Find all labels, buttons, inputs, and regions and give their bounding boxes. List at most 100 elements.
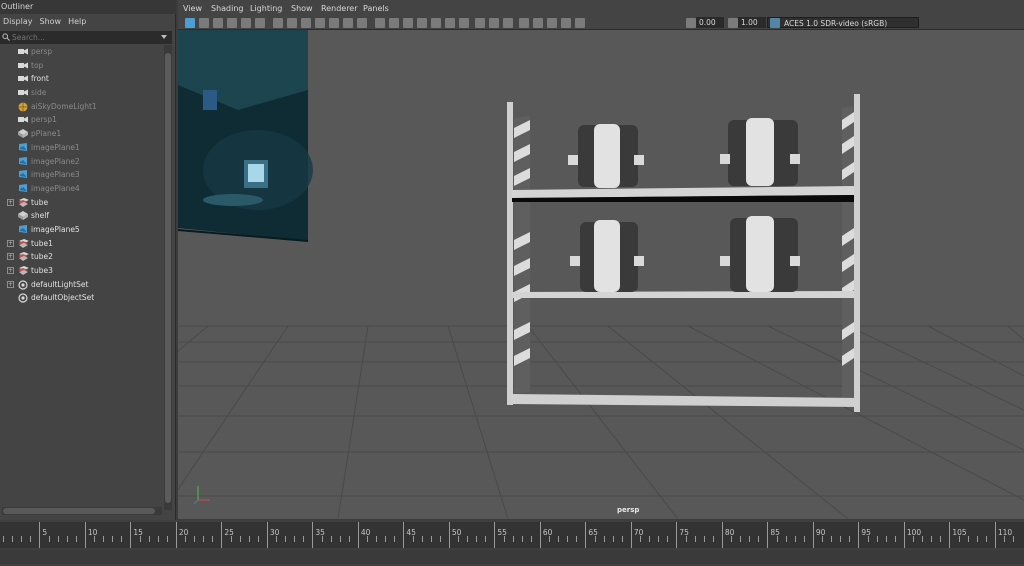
isolate-icon[interactable]	[519, 18, 529, 28]
outliner-item-tube3[interactable]: + tube3	[0, 264, 162, 278]
xray-icon[interactable]	[533, 18, 543, 28]
timeline-tick-label: 65	[588, 528, 598, 537]
camera-attributes-icon[interactable]	[199, 18, 209, 28]
viewport-3d[interactable]: persp	[178, 30, 1024, 519]
resolution-gate-icon[interactable]	[301, 18, 311, 28]
exposure-icon[interactable]	[686, 18, 696, 28]
outliner-item-pPlane1[interactable]: pPlane1	[0, 127, 162, 141]
wireframe-icon[interactable]	[375, 18, 385, 28]
outliner-vscrollbar[interactable]	[164, 45, 172, 510]
axis-gizmo	[193, 486, 210, 505]
menu-display[interactable]: Display	[0, 14, 37, 30]
outliner-item-imagePlane3[interactable]: imagePlane3	[0, 168, 162, 182]
timeline-minor-tick	[30, 536, 32, 542]
timeline-major-tick	[812, 522, 814, 548]
gamma-icon[interactable]	[728, 18, 738, 28]
outliner-item-tube[interactable]: + tube	[0, 196, 162, 210]
backface-icon[interactable]	[561, 18, 571, 28]
gamma-field[interactable]: 1.00	[738, 17, 766, 28]
timeline-minor-tick	[785, 536, 787, 542]
ambient-occlusion-icon[interactable]	[459, 18, 469, 28]
expand-icon[interactable]: +	[7, 253, 14, 261]
safe-action-icon[interactable]	[343, 18, 353, 28]
expand-icon[interactable]: +	[7, 280, 14, 288]
xray-joints-icon[interactable]	[547, 18, 557, 28]
shadows-icon[interactable]	[445, 18, 455, 28]
outliner-item-defaultObjectSet[interactable]: defaultObjectSet	[0, 291, 162, 305]
range-slider[interactable]	[0, 550, 1024, 564]
outliner-item-top[interactable]: top	[0, 59, 162, 73]
menu-renderer[interactable]: Renderer	[321, 4, 358, 13]
gate-mask-icon[interactable]	[315, 18, 325, 28]
image-plane-toggle-icon[interactable]	[227, 18, 237, 28]
scroll-thumb[interactable]	[165, 53, 171, 503]
outliner-item-defaultLightSet[interactable]: + defaultLightSet	[0, 278, 162, 292]
timeline-minor-tick	[439, 536, 441, 542]
outliner-item-tube2[interactable]: + tube2	[0, 250, 162, 264]
outliner-item-tube1[interactable]: + tube1	[0, 237, 162, 251]
hud-icon[interactable]	[575, 18, 585, 28]
outliner-item-imagePlane2[interactable]: imagePlane2	[0, 155, 162, 169]
default-material-icon[interactable]	[403, 18, 413, 28]
menu-show[interactable]: Show	[37, 14, 66, 30]
menu-view[interactable]: View	[183, 4, 202, 13]
field-chart-icon[interactable]	[329, 18, 339, 28]
timeline-tick-label: 50	[451, 528, 462, 537]
menu-shading[interactable]: Shading	[211, 4, 244, 13]
timeline-ruler[interactable]: 5 10 15 20 25 30 35 40 45 50 55 60 65 70 75 80 85 90 95 100…	[0, 522, 1024, 548]
timeline-minor-tick	[758, 536, 760, 542]
camera-label: persp	[617, 506, 640, 514]
timeline-minor-tick	[248, 536, 250, 542]
smooth-shade-icon[interactable]	[389, 18, 399, 28]
outliner-item-front[interactable]: front	[0, 72, 162, 86]
bookmark-icon[interactable]	[213, 18, 223, 28]
grease-pencil-icon[interactable]	[255, 18, 265, 28]
outliner-item-aiSkyDomeLight1[interactable]: aiSkyDomeLight1	[0, 100, 162, 114]
timeline-minor-tick	[967, 536, 969, 542]
color-space-dropdown[interactable]: ACES 1.0 SDR-video (sRGB)	[767, 17, 919, 28]
timeline-minor-tick	[940, 536, 942, 542]
maya-window: Outliner Display Show Help persp top front…	[0, 0, 1024, 566]
anti-alias-icon[interactable]	[489, 18, 499, 28]
outliner-item-persp[interactable]: persp	[0, 45, 162, 59]
timeline-minor-tick	[976, 536, 978, 542]
outliner-item-label: persp	[31, 47, 53, 56]
menu-show[interactable]: Show	[291, 4, 313, 13]
expand-icon[interactable]: +	[7, 267, 14, 274]
hscroll-thumb[interactable]	[3, 508, 155, 514]
outliner-item-label: tube3	[31, 266, 53, 275]
timeline-minor-tick	[57, 536, 59, 542]
motion-blur-icon[interactable]	[475, 18, 485, 28]
timeline-major-tick	[585, 522, 587, 548]
color-management-icon[interactable]	[770, 18, 780, 28]
menu-lighting[interactable]: Lighting	[250, 4, 282, 13]
outliner-item-imagePlane5[interactable]: imagePlane5	[0, 223, 162, 237]
film-gate-icon[interactable]	[287, 18, 297, 28]
grid-icon[interactable]	[273, 18, 283, 28]
timeline-major-tick	[994, 522, 996, 548]
menu-help[interactable]: Help	[65, 14, 90, 30]
textured-icon[interactable]	[417, 18, 427, 28]
timeline-tick-label: 110	[997, 528, 1013, 537]
exposure-field[interactable]: 0.00	[696, 17, 724, 28]
outliner-item-imagePlane4[interactable]: imagePlane4	[0, 182, 162, 196]
timeline-minor-tick	[649, 536, 651, 542]
search-dropdown-icon[interactable]	[161, 35, 167, 39]
safe-title-icon[interactable]	[357, 18, 367, 28]
outliner-item-shelf[interactable]: shelf	[0, 209, 162, 223]
2d-pan-icon[interactable]	[241, 18, 251, 28]
outliner-item-persp1[interactable]: persp1	[0, 113, 162, 127]
expand-icon[interactable]: +	[7, 239, 14, 247]
depth-of-field-icon[interactable]	[503, 18, 513, 28]
outliner-item-imagePlane1[interactable]: imagePlane1	[0, 141, 162, 155]
menu-panels[interactable]: Panels	[363, 4, 389, 13]
select-camera-icon[interactable]	[185, 18, 195, 28]
expand-icon[interactable]: +	[7, 198, 14, 206]
time-slider[interactable]: 5 10 15 20 25 30 35 40 45 50 55 60 65 70 75 80 85 90 95 100…	[0, 520, 1024, 566]
timeline-tick-label: 90	[815, 528, 826, 537]
outliner-hscrollbar[interactable]	[2, 507, 162, 515]
search-input[interactable]	[12, 32, 162, 43]
outliner-item-side[interactable]: side	[0, 86, 162, 100]
use-lights-icon[interactable]	[431, 18, 441, 28]
timeline-minor-tick	[894, 536, 896, 542]
